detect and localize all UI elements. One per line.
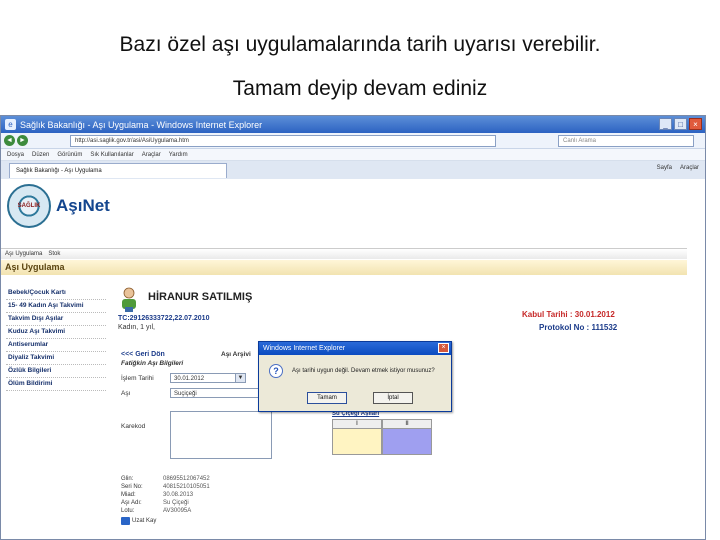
accept-date: Kabul Tarihi : 30.01.2012 <box>522 310 615 319</box>
address-input[interactable]: http://asi.saglik.gov.tr/asi/AsiUygulama… <box>70 134 496 147</box>
sidebar-item-kuduz-asi-takvimi[interactable]: Kuduz Aşı Takvimi <box>6 326 106 339</box>
notes-label: Karekod <box>121 423 146 430</box>
menu-gorunum[interactable]: Görünüm <box>57 152 82 158</box>
nav-stok[interactable]: Stok <box>48 251 60 257</box>
save-icon <box>121 517 130 525</box>
sidebar: Bebek/Çocuk Kartı 15- 49 Kadın Aşı Takvi… <box>6 287 106 391</box>
ministry-logo: SAĞLIK <box>7 184 51 228</box>
brand-title: AşıNet <box>56 196 110 215</box>
close-button[interactable]: × <box>689 118 702 130</box>
patient-gender-age: Kadın, 1 yıl, <box>118 324 155 331</box>
page-menu[interactable]: Sayfa <box>657 165 672 171</box>
date-value: 30.01.2012 <box>174 376 205 382</box>
dose-col-1: I <box>333 420 381 429</box>
menu-duzen[interactable]: Düzen <box>32 152 49 158</box>
patient-name: HİRANUR SATILMIŞ <box>148 291 253 303</box>
sidebar-item-ozluk-bilgileri[interactable]: Özlük Bilgileri <box>6 365 106 378</box>
sidebar-item-bebek-cocuk-karti[interactable]: Bebek/Çocuk Kartı <box>6 287 106 300</box>
nav-asi-uygulama[interactable]: Aşı Uygulama <box>5 251 42 257</box>
address-row: ◄ ► http://asi.saglik.gov.tr/asi/AsiUygu… <box>1 133 705 149</box>
info-value: 08695512067452 <box>163 476 210 482</box>
info-value: AV30095A <box>163 508 192 514</box>
back-link[interactable]: <<< Geri Dön <box>121 351 165 358</box>
sidebar-item-antiserumlar[interactable]: Antiserumlar <box>6 339 106 352</box>
dose-grid: Su Çiçeği Aşıları I II <box>332 411 436 455</box>
dose-cell-2[interactable]: II <box>382 419 432 455</box>
vaccine-info: Glin: 08695512067452 Seri No: 408152101050… <box>121 475 210 515</box>
menu-yardim[interactable]: Yardım <box>169 152 188 158</box>
dialog-close-icon[interactable]: × <box>438 343 449 353</box>
ok-button[interactable]: Tamam <box>307 392 347 404</box>
info-key: Aşı Adı: <box>121 500 142 506</box>
browser-screenshot: e Sağlık Bakanlığı - Aşı Uygulama - Wind… <box>0 115 706 540</box>
menu-bar: Dosya Düzen Görünüm Sık Kullanılanlar Ar… <box>1 149 705 161</box>
patient-id: TC:29126333722,22.07.2010 <box>118 315 210 322</box>
info-key: Glin: <box>121 476 134 482</box>
vaccine-archive-tab[interactable]: Aşı Arşivi <box>221 351 251 358</box>
ie-icon: e <box>5 119 16 130</box>
patient-icon <box>122 287 136 312</box>
notes-textarea[interactable] <box>170 411 272 459</box>
section-title: Aşı Uygulama <box>1 260 687 275</box>
dose-cell-1[interactable]: I <box>332 419 382 455</box>
tools-menu[interactable]: Araçlar <box>680 165 699 171</box>
top-nav: Aşı Uygulama Stok <box>1 248 687 259</box>
minimize-button[interactable]: _ <box>659 118 672 130</box>
chevron-down-icon[interactable]: ▼ <box>235 374 245 382</box>
protocol-number: Protokol No : 111532 <box>539 323 618 332</box>
sidebar-item-olum-bildirimi[interactable]: Ölüm Bildirimi <box>6 378 106 391</box>
menu-araclar[interactable]: Araçlar <box>142 152 161 158</box>
info-value: 30.08.2013 <box>163 492 194 498</box>
caption-line-1: Bazı özel aşı uygulamalarında tarih uyar… <box>119 33 601 56</box>
dialog-message: Aşı tarihi uygun değil. Devam etmek isti… <box>292 368 435 374</box>
info-value: Su Çiçeği <box>163 500 189 506</box>
dialog-title: Windows Internet Explorer <box>263 345 346 352</box>
window-title: Sağlık Bakanlığı - Aşı Uygulama - Window… <box>20 119 263 130</box>
info-key: Miad: <box>121 492 136 498</box>
vaccine-input[interactable]: Suçiçeği <box>170 388 272 398</box>
search-input[interactable]: Canlı Arama <box>558 134 694 147</box>
sidebar-item-kadin-asi-takvimi[interactable]: 15- 49 Kadın Aşı Takvimi <box>6 300 106 313</box>
info-key: Seri No: <box>121 484 143 490</box>
maximize-button[interactable]: □ <box>674 118 687 130</box>
forward-arrow-icon[interactable]: ► <box>17 135 28 146</box>
tab-row: Sağlık Bakanlığı - Aşı Uygulama Sayfa Ar… <box>1 161 705 180</box>
window-titlebar: e Sağlık Bakanlığı - Aşı Uygulama - Wind… <box>1 116 705 133</box>
sidebar-item-takvim-disi-asilar[interactable]: Takvim Dışı Aşılar <box>6 313 106 326</box>
tab-asi-uygulama[interactable]: Sağlık Bakanlığı - Aşı Uygulama <box>9 162 227 178</box>
menu-dosya[interactable]: Dosya <box>7 152 24 158</box>
date-select[interactable]: 30.01.2012 ▼ <box>170 373 246 383</box>
caption-line-2: Tamam deyip devam ediniz <box>232 77 488 100</box>
save-button[interactable]: Uzat Kay <box>121 517 156 525</box>
vaccine-label: Aşı <box>121 390 131 397</box>
confirm-dialog: Windows Internet Explorer × ? Aşı tarihi… <box>258 341 452 412</box>
cancel-button[interactable]: İptal <box>373 392 413 404</box>
panel-subtitle: Fatiğkin Aşı Bilgileri <box>121 360 184 367</box>
info-key: Lotu: <box>121 508 135 514</box>
dialog-titlebar: Windows Internet Explorer × <box>259 342 451 355</box>
save-label: Uzat Kay <box>132 518 157 524</box>
sidebar-item-diyaliz-takvimi[interactable]: Diyaliz Takvimi <box>6 352 106 365</box>
menu-sik-kullanilanlar[interactable]: Sık Kullanılanlar <box>90 152 133 158</box>
question-icon: ? <box>269 364 283 378</box>
back-arrow-icon[interactable]: ◄ <box>4 135 15 146</box>
date-label: İşlem Tarihi <box>121 375 154 382</box>
dose-col-2: II <box>383 420 431 429</box>
info-value: 40815210105051 <box>163 484 210 490</box>
